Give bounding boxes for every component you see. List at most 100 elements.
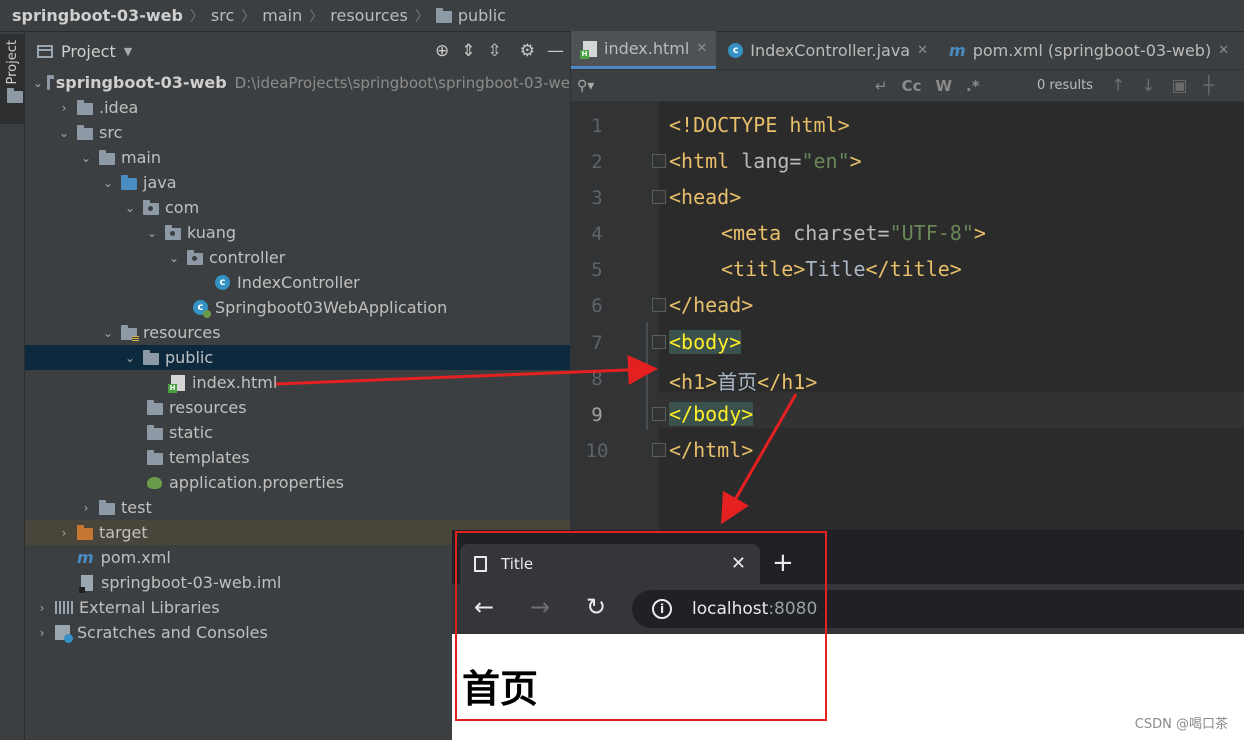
line-number: 5 bbox=[591, 259, 603, 281]
tree-item-application-properties[interactable]: application.properties bbox=[25, 470, 570, 495]
tree-item-label: application.properties bbox=[169, 473, 344, 492]
breadcrumb-item-src[interactable]: src bbox=[211, 6, 234, 25]
tree-item-src[interactable]: ⌄ src bbox=[25, 120, 570, 145]
chevron-right-icon[interactable]: › bbox=[33, 626, 51, 640]
code-token: <body> bbox=[669, 330, 742, 354]
code-token: > bbox=[973, 221, 986, 245]
code-token: </body> bbox=[669, 402, 754, 426]
tab-index-html[interactable]: index.html ✕ bbox=[571, 31, 717, 69]
close-icon[interactable]: ✕ bbox=[917, 43, 928, 58]
scratches-icon bbox=[55, 625, 73, 643]
match-case-icon[interactable]: Cc bbox=[902, 77, 922, 95]
tree-item-idea[interactable]: › .idea bbox=[25, 95, 570, 120]
tree-item-label: Scratches and Consoles bbox=[77, 623, 268, 642]
search-results-count: 0 results bbox=[1037, 78, 1093, 93]
chevron-down-icon[interactable]: ⌄ bbox=[33, 76, 43, 90]
chevron-right-icon[interactable]: › bbox=[33, 601, 51, 615]
code-token: "UTF-8" bbox=[889, 221, 974, 245]
chevron-down-icon[interactable]: ⌄ bbox=[99, 176, 117, 190]
code-token: > bbox=[849, 149, 862, 173]
enter-icon[interactable]: ↵ bbox=[875, 77, 888, 95]
select-all-occurrences-icon[interactable]: ▣ bbox=[1172, 76, 1188, 96]
chevron-right-icon[interactable]: › bbox=[55, 526, 73, 540]
arrow-down-icon[interactable]: ↓ bbox=[1141, 76, 1155, 96]
find-bar: ⚲▾ ↵ Cc W .* 0 results ↑ ↓ ▣ ┼ bbox=[571, 70, 1244, 102]
tree-item-index-controller[interactable]: c IndexController bbox=[25, 270, 570, 295]
tree-item-label: com bbox=[165, 198, 200, 217]
chevron-down-icon[interactable]: ⌄ bbox=[121, 351, 139, 365]
fold-marker-icon[interactable] bbox=[652, 335, 666, 349]
chevron-down-icon[interactable]: ⌄ bbox=[143, 226, 161, 240]
tree-item-resources[interactable]: ⌄ resources bbox=[25, 320, 570, 345]
change-marker bbox=[646, 322, 648, 430]
html-file-icon bbox=[580, 40, 597, 59]
fold-marker-icon[interactable] bbox=[652, 190, 666, 204]
whole-word-icon[interactable]: W bbox=[935, 77, 952, 95]
regex-icon[interactable]: .* bbox=[966, 77, 980, 95]
add-cursor-icon[interactable]: ┼ bbox=[1204, 76, 1214, 96]
tree-item-project-root[interactable]: ⌄ springboot-03-web D:\ideaProjects\spri… bbox=[25, 70, 570, 95]
line-number: 10 bbox=[585, 440, 609, 462]
breadcrumb-item-resources[interactable]: resources bbox=[330, 6, 408, 25]
breadcrumb-item-project[interactable]: springboot-03-web bbox=[12, 6, 183, 25]
tree-item-public[interactable]: ⌄ public bbox=[25, 345, 570, 370]
tree-item-kuang[interactable]: ⌄ kuang bbox=[25, 220, 570, 245]
hide-icon[interactable]: — bbox=[547, 41, 564, 61]
search-icon[interactable]: ⚲▾ bbox=[577, 78, 594, 94]
expand-all-icon[interactable]: ⇕ bbox=[461, 41, 475, 61]
html-file-icon bbox=[168, 374, 185, 393]
fold-marker-icon[interactable] bbox=[652, 154, 666, 168]
line-number: 6 bbox=[591, 295, 603, 317]
tree-item-java[interactable]: ⌄ java bbox=[25, 170, 570, 195]
arrow-up-icon[interactable]: ↑ bbox=[1111, 76, 1125, 96]
maven-icon: m bbox=[77, 548, 94, 567]
tree-item-resources-sub[interactable]: resources bbox=[25, 395, 570, 420]
collapse-all-icon[interactable]: ⇳ bbox=[488, 41, 502, 61]
chevron-down-icon[interactable]: ⌄ bbox=[99, 326, 117, 340]
tree-item-static[interactable]: static bbox=[25, 420, 570, 445]
gear-icon[interactable]: ⚙ bbox=[520, 41, 535, 61]
tab-index-controller[interactable]: c IndexController.java ✕ bbox=[716, 31, 937, 69]
find-options: ↵ Cc W .* bbox=[875, 70, 980, 102]
tree-item-templates[interactable]: templates bbox=[25, 445, 570, 470]
watermark: CSDN @喝口茶 bbox=[1134, 717, 1228, 732]
breadcrumb-item-main[interactable]: main bbox=[262, 6, 302, 25]
folder-icon bbox=[147, 449, 163, 465]
code-line-6: </head> bbox=[669, 293, 753, 317]
fold-marker-icon[interactable] bbox=[652, 298, 666, 312]
tree-item-main[interactable]: ⌄ main bbox=[25, 145, 570, 170]
breadcrumb: springboot-03-web 〉 src 〉 main 〉 resourc… bbox=[0, 0, 1244, 32]
tree-item-com[interactable]: ⌄ com bbox=[25, 195, 570, 220]
code-line-1: <!DOCTYPE html> bbox=[669, 113, 850, 137]
chevron-down-icon[interactable]: ⌄ bbox=[121, 201, 139, 215]
tree-item-application[interactable]: c Springboot03WebApplication bbox=[25, 295, 570, 320]
tree-item-test[interactable]: › test bbox=[25, 495, 570, 520]
close-icon[interactable]: ✕ bbox=[696, 41, 707, 56]
highlight-box bbox=[455, 531, 827, 721]
tree-item-index-html[interactable]: index.html bbox=[25, 370, 570, 395]
breadcrumb-item-public[interactable]: public bbox=[458, 6, 506, 25]
chevron-right-icon[interactable]: › bbox=[55, 101, 73, 115]
close-icon[interactable]: ✕ bbox=[1218, 43, 1229, 58]
tree-item-label: public bbox=[165, 348, 214, 367]
excluded-folder-icon bbox=[77, 524, 93, 540]
chevron-down-icon[interactable]: ⌄ bbox=[165, 251, 183, 265]
tree-item-label: External Libraries bbox=[79, 598, 220, 617]
chevron-right-icon[interactable]: › bbox=[77, 501, 95, 515]
chevron-down-icon[interactable]: ▼ bbox=[124, 45, 132, 58]
chevron-down-icon[interactable]: ⌄ bbox=[55, 126, 73, 140]
locate-icon[interactable]: ⊕ bbox=[435, 41, 449, 61]
code-line-7: <body> bbox=[669, 330, 742, 354]
tree-item-controller[interactable]: ⌄ controller bbox=[25, 245, 570, 270]
project-panel-title[interactable]: Project bbox=[61, 42, 116, 61]
tree-item-label: pom.xml bbox=[100, 548, 171, 567]
package-icon bbox=[143, 199, 159, 215]
chevron-down-icon[interactable]: ⌄ bbox=[77, 151, 95, 165]
fold-marker-icon[interactable] bbox=[652, 443, 666, 457]
package-icon bbox=[165, 224, 181, 240]
tab-pom-xml[interactable]: m pom.xml (springboot-03-web) ✕ bbox=[937, 31, 1238, 69]
fold-marker-icon[interactable] bbox=[652, 407, 666, 421]
project-tool-tab[interactable]: Project bbox=[0, 34, 24, 124]
code-token: <head> bbox=[669, 185, 742, 209]
folder-icon bbox=[147, 424, 163, 440]
